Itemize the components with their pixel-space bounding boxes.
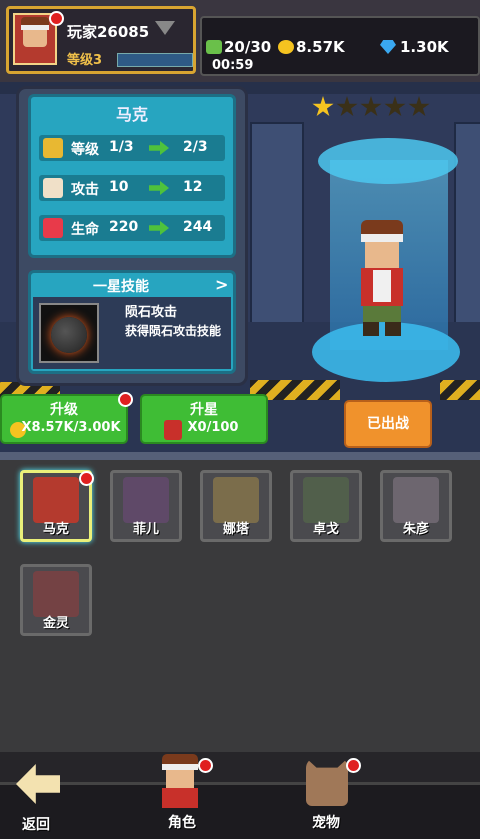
hero-portrait bbox=[33, 571, 79, 617]
stat-row: 等级 1/3 2/3 bbox=[39, 135, 225, 161]
notification-dot bbox=[118, 392, 133, 407]
stat-row: 攻击 10 12 bbox=[39, 175, 225, 201]
upgrade-label: 升级 bbox=[50, 402, 78, 418]
player-level: 等级3 bbox=[67, 53, 103, 68]
hero-card-name: 金灵 bbox=[42, 616, 69, 631]
skill-description: 获得陨石攻击技能 bbox=[125, 324, 222, 338]
energy-timer: 00:59 bbox=[212, 58, 254, 73]
hero-card-name: 朱彦 bbox=[402, 522, 429, 537]
upgrade-arrow-icon bbox=[149, 181, 169, 195]
back-label: 返回 bbox=[22, 817, 50, 833]
pet-label: 宠物 bbox=[312, 815, 340, 831]
skill-detail-arrow[interactable]: > bbox=[215, 275, 228, 294]
energy-value: 20/30 bbox=[224, 38, 272, 56]
stat-current: 10 bbox=[109, 179, 129, 195]
notification-dot bbox=[198, 758, 213, 773]
stat-label: 生命 bbox=[71, 222, 99, 238]
hero-sprite bbox=[355, 220, 409, 338]
back-arrow-icon bbox=[16, 764, 60, 804]
stat-label: 等级 bbox=[71, 142, 99, 158]
meteor-skill-icon bbox=[39, 303, 99, 363]
back-button[interactable]: 返回 bbox=[10, 764, 64, 833]
upgrade-cost: X8.57K/3.00K bbox=[21, 420, 121, 435]
character-label: 角色 bbox=[168, 815, 196, 831]
hero-card[interactable]: 马克 bbox=[20, 470, 94, 542]
hero-portrait bbox=[33, 477, 79, 523]
hero-card[interactable]: 菲儿 bbox=[110, 470, 182, 542]
skill-title: 一星技能 bbox=[93, 279, 149, 295]
stat-row: 生命 220 244 bbox=[39, 215, 225, 241]
hero-card[interactable]: 金灵 bbox=[20, 564, 92, 636]
hero-card[interactable]: 朱彦 bbox=[380, 470, 452, 542]
upgrade-button[interactable]: 升级 X8.57K/3.00K bbox=[0, 392, 133, 444]
deployed-button[interactable]: 已出战 bbox=[344, 400, 432, 448]
pet-tab-icon bbox=[306, 758, 348, 806]
hero-card[interactable]: 娜塔 bbox=[200, 470, 272, 542]
energy-icon bbox=[206, 40, 222, 54]
gold-coin-icon bbox=[278, 40, 294, 54]
player-profile[interactable]: 玩家26085 等级3 bbox=[6, 6, 196, 74]
fist-icon bbox=[43, 178, 63, 198]
bottom-nav bbox=[0, 752, 480, 839]
hero-card-name: 马克 bbox=[42, 522, 69, 537]
gem-value: 1.30K bbox=[400, 38, 449, 56]
gold-value: 8.57K bbox=[296, 38, 345, 56]
xp-bar bbox=[117, 53, 193, 67]
stat-next: 12 bbox=[183, 179, 203, 195]
upgrade-arrow-icon bbox=[149, 221, 169, 235]
notification-dot bbox=[49, 11, 64, 26]
hero-portrait bbox=[213, 477, 259, 523]
hero-card-name: 卓戈 bbox=[312, 522, 339, 537]
star-up-label: 升星 bbox=[190, 402, 218, 418]
hero-card-name: 娜塔 bbox=[222, 522, 249, 537]
skill-box[interactable]: 一星技能 > 陨石攻击 获得陨石攻击技能 bbox=[28, 270, 236, 374]
hero-portrait bbox=[123, 477, 169, 523]
character-tab-icon bbox=[160, 754, 200, 808]
hero-card[interactable]: 卓戈 bbox=[290, 470, 362, 542]
stat-current: 220 bbox=[109, 219, 139, 235]
stat-next: 244 bbox=[183, 219, 213, 235]
vip-diamond-icon[interactable] bbox=[155, 21, 175, 35]
nav-tab-pet[interactable]: 宠物 bbox=[298, 752, 364, 834]
nav-tab-character[interactable]: 角色 bbox=[150, 752, 216, 834]
hero-portrait bbox=[303, 477, 349, 523]
notification-dot bbox=[346, 758, 361, 773]
hero-name: 马克 bbox=[115, 105, 148, 124]
heart-icon bbox=[43, 218, 63, 238]
stat-label: 攻击 bbox=[71, 182, 99, 198]
star-up-cost: X0/100 bbox=[187, 420, 239, 435]
star-up-button[interactable]: 升星 X0/100 bbox=[140, 394, 268, 444]
hero-portrait bbox=[393, 477, 439, 523]
stat-current: 1/3 bbox=[109, 139, 134, 155]
hero-stage-top bbox=[318, 138, 458, 184]
hero-card-name: 菲儿 bbox=[132, 522, 159, 537]
notification-dot bbox=[79, 471, 94, 486]
player-name: 玩家26085 bbox=[67, 23, 150, 41]
level-badge-icon bbox=[43, 138, 63, 158]
stat-next: 2/3 bbox=[183, 139, 208, 155]
hero-stats-box: 马克 等级 1/3 2/3 攻击 10 12 生命 220 244 bbox=[28, 94, 236, 258]
upgrade-arrow-icon bbox=[149, 141, 169, 155]
skill-name: 陨石攻击 bbox=[125, 305, 178, 320]
